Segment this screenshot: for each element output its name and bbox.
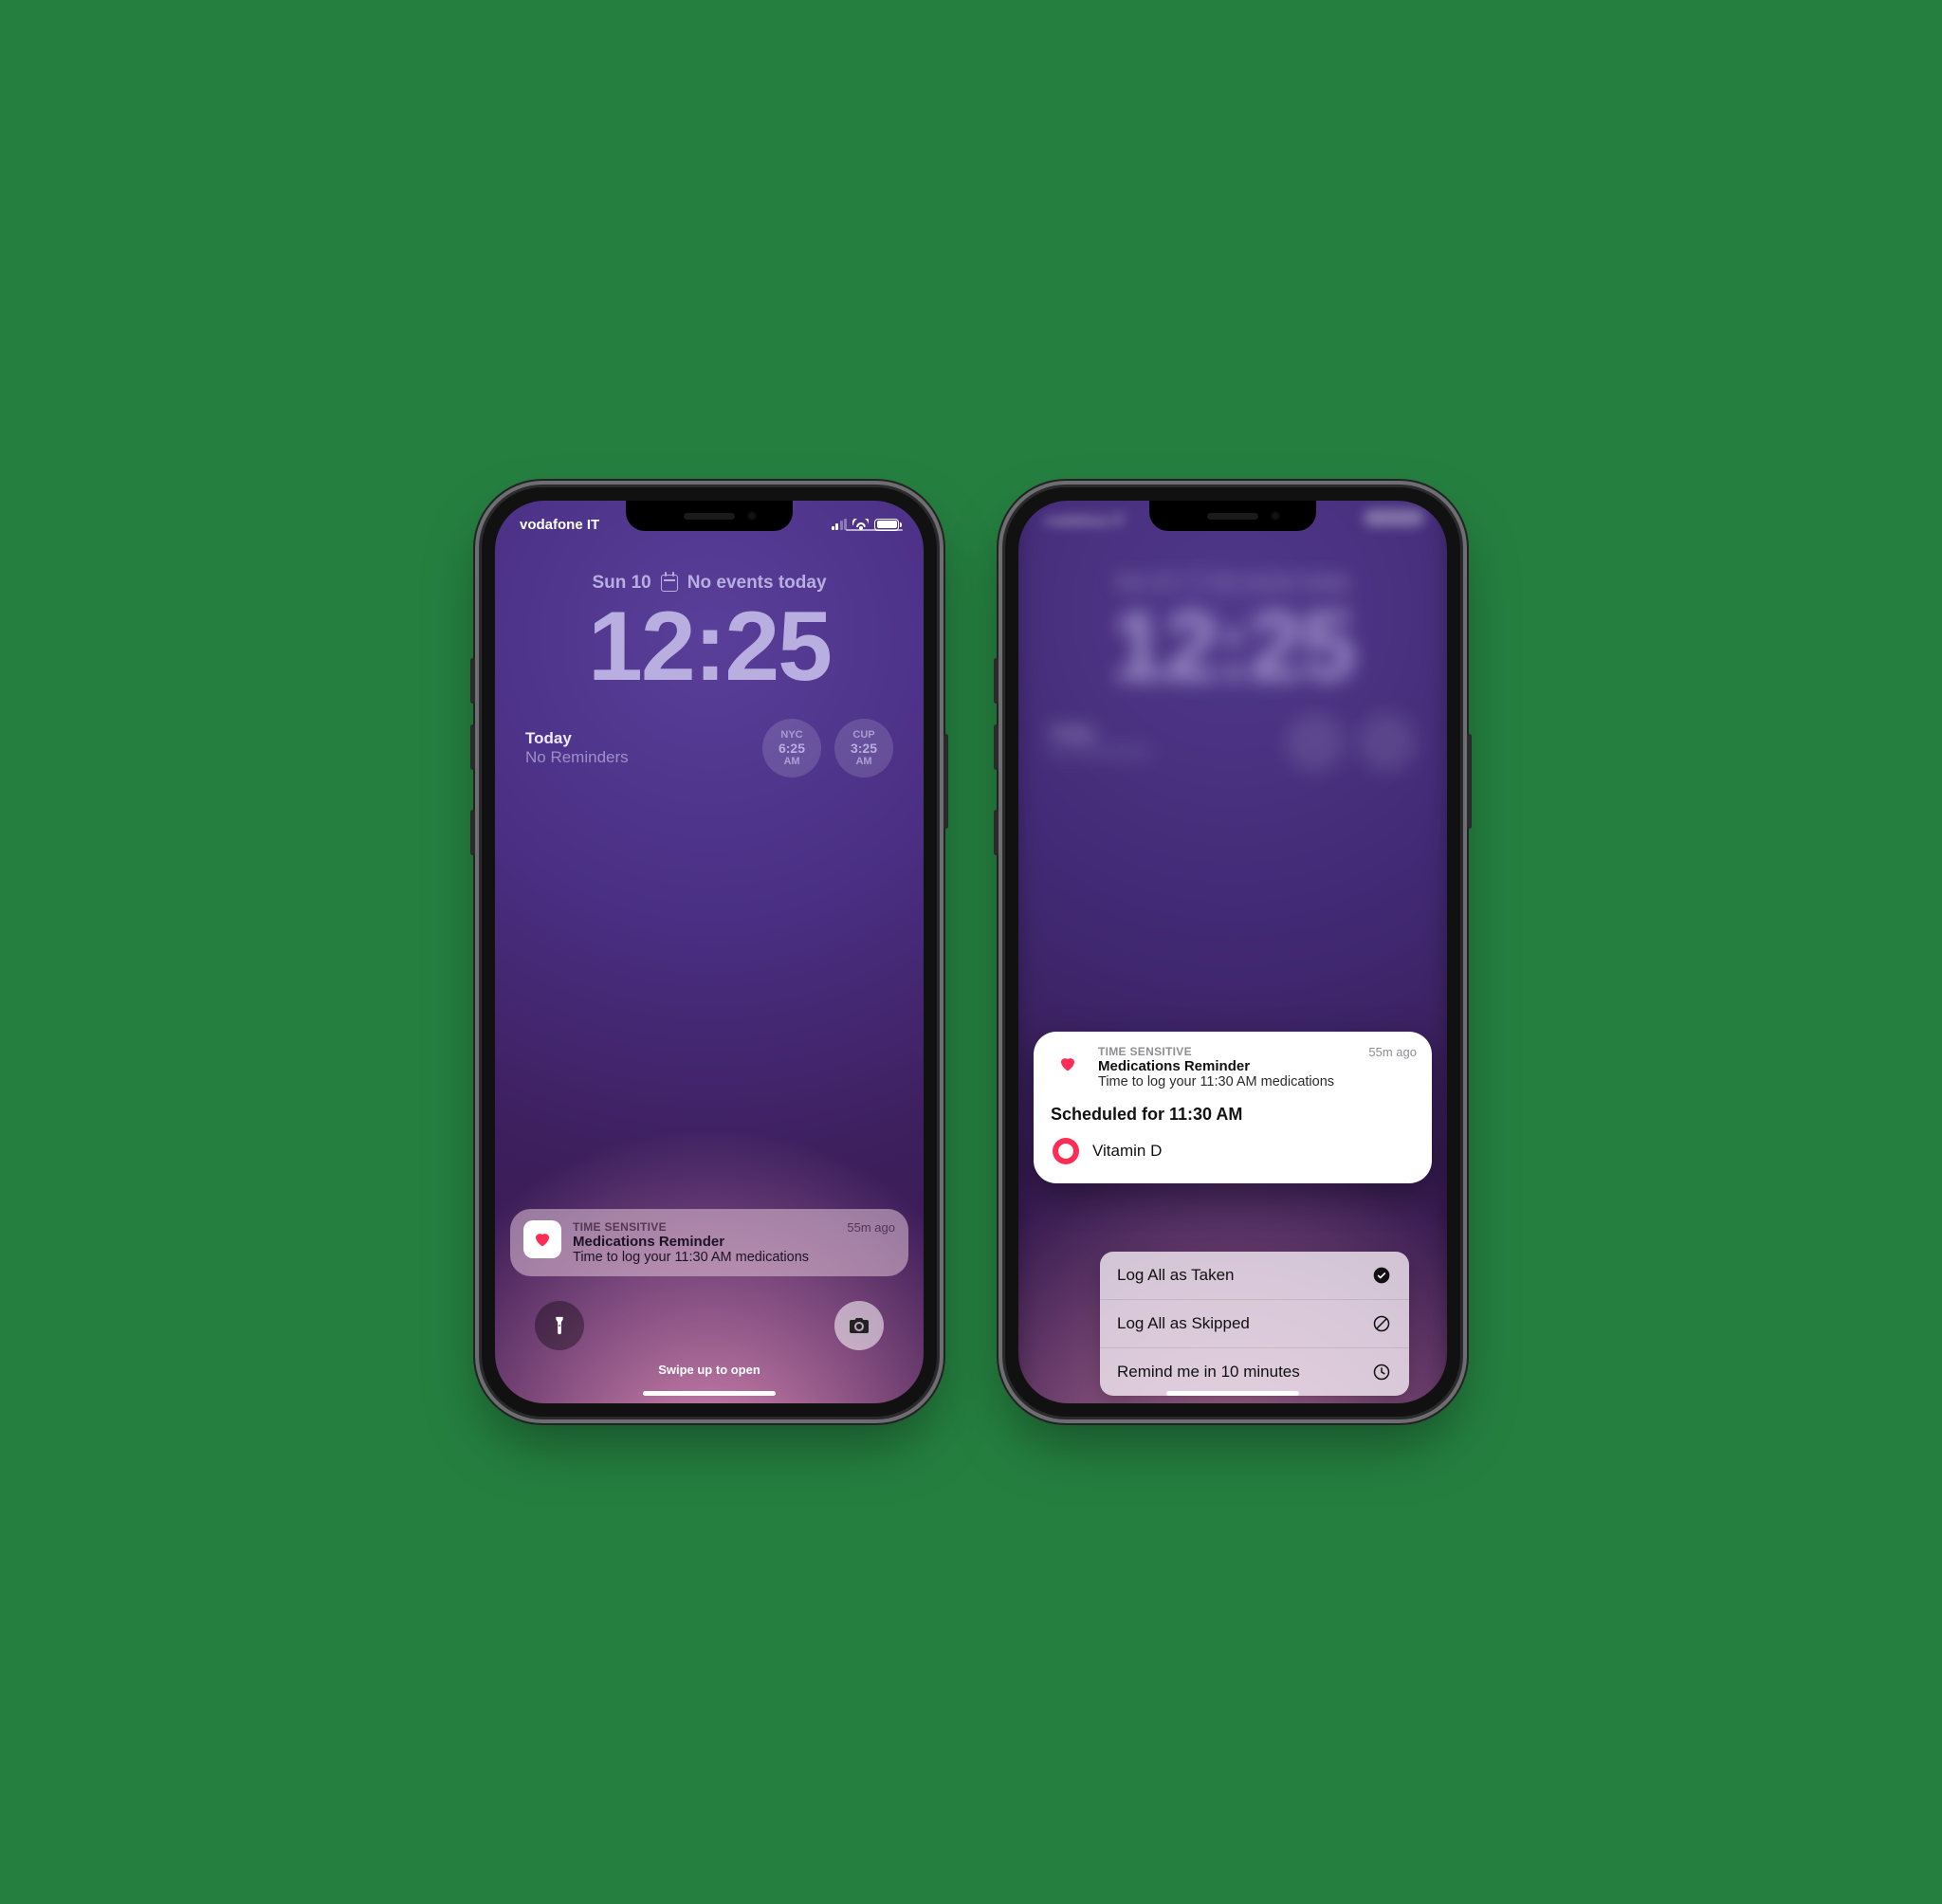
action-log-taken[interactable]: Log All as Taken bbox=[1100, 1252, 1409, 1299]
action-label: Remind me in 10 minutes bbox=[1117, 1363, 1300, 1382]
health-app-icon bbox=[523, 1220, 561, 1258]
prohibited-icon bbox=[1371, 1313, 1392, 1334]
action-remind-later[interactable]: Remind me in 10 minutes bbox=[1100, 1347, 1409, 1396]
medication-pill-icon bbox=[1051, 1136, 1081, 1166]
check-circle-icon bbox=[1371, 1265, 1392, 1286]
reminders-widget[interactable]: Today No Reminders bbox=[525, 729, 749, 767]
scheduled-label: Scheduled for 11:30 AM bbox=[1051, 1105, 1415, 1125]
notification-title: Medications Reminder bbox=[1098, 1058, 1357, 1074]
action-log-skipped[interactable]: Log All as Skipped bbox=[1100, 1299, 1409, 1347]
lockscreen-widgets: Today No Reminders NYC 6:25 AM CUP 3:25 … bbox=[525, 719, 893, 778]
camera-icon bbox=[848, 1314, 870, 1337]
notification-action-menu: Log All as Taken Log All as Skipped Remi… bbox=[1100, 1252, 1409, 1396]
notification-tag: TIME SENSITIVE bbox=[573, 1220, 835, 1234]
status-icons-blurred bbox=[1364, 509, 1424, 526]
lockscreen-header: Sun 10 No events today 12:25 bbox=[495, 573, 924, 696]
screen-right: vodafone IT Sun 10 No events today 12:25… bbox=[1018, 501, 1447, 1403]
wifi-icon bbox=[852, 519, 869, 530]
flashlight-icon bbox=[549, 1315, 570, 1336]
world-clock-widget[interactable]: CUP 3:25 AM bbox=[834, 719, 893, 778]
screen-left: vodafone IT Sun 10 No events today bbox=[495, 501, 924, 1403]
action-label: Log All as Taken bbox=[1117, 1266, 1235, 1285]
health-app-icon bbox=[1049, 1045, 1087, 1083]
lockscreen-time: 12:25 bbox=[588, 597, 831, 696]
notch bbox=[626, 501, 793, 531]
lockscreen-date: Sun 10 bbox=[592, 573, 650, 594]
notification-expanded[interactable]: TIME SENSITIVE Medications Reminder Time… bbox=[1034, 1032, 1432, 1183]
notch bbox=[1149, 501, 1316, 531]
notification-title: Medications Reminder bbox=[573, 1234, 835, 1250]
lockscreen-calendar-hint: No events today bbox=[687, 573, 827, 594]
calendar-icon bbox=[661, 575, 678, 592]
medication-name: Vitamin D bbox=[1092, 1142, 1162, 1161]
iphone-right: vodafone IT Sun 10 No events today 12:25… bbox=[1005, 487, 1460, 1417]
home-indicator[interactable] bbox=[643, 1391, 776, 1396]
medication-row: Vitamin D bbox=[1051, 1136, 1415, 1166]
swipe-hint: Swipe up to open bbox=[658, 1363, 760, 1377]
lockscreen-bottom: Swipe up to open bbox=[495, 1280, 924, 1403]
heart-icon bbox=[1058, 1054, 1077, 1073]
notification-message: Time to log your 11:30 AM medications bbox=[1098, 1074, 1357, 1089]
world-clock-widget[interactable]: NYC 6:25 AM bbox=[762, 719, 821, 778]
iphone-left: vodafone IT Sun 10 No events today bbox=[482, 487, 937, 1417]
cellular-signal-icon bbox=[832, 519, 848, 530]
lockscreen-blurred: Sun 10 No events today 12:25 Today No Re… bbox=[1018, 573, 1447, 772]
carrier-label-blurred: vodafone IT bbox=[1045, 513, 1125, 529]
action-label: Log All as Skipped bbox=[1117, 1314, 1250, 1333]
flashlight-button[interactable] bbox=[535, 1301, 584, 1350]
notification-banner[interactable]: TIME SENSITIVE Medications Reminder Time… bbox=[510, 1209, 908, 1276]
reminders-widget-sub: No Reminders bbox=[525, 748, 749, 767]
camera-button[interactable] bbox=[834, 1301, 884, 1350]
carrier-label: vodafone IT bbox=[520, 517, 599, 533]
notification-message: Time to log your 11:30 AM medications bbox=[573, 1250, 835, 1265]
notification-tag: TIME SENSITIVE bbox=[1098, 1045, 1357, 1058]
clock-icon bbox=[1371, 1362, 1392, 1382]
heart-icon bbox=[533, 1230, 552, 1249]
home-indicator[interactable] bbox=[1166, 1391, 1299, 1396]
battery-icon bbox=[874, 519, 899, 531]
notification-age: 55m ago bbox=[1368, 1045, 1417, 1089]
reminders-widget-title: Today bbox=[525, 729, 749, 748]
notification-age: 55m ago bbox=[847, 1220, 895, 1265]
